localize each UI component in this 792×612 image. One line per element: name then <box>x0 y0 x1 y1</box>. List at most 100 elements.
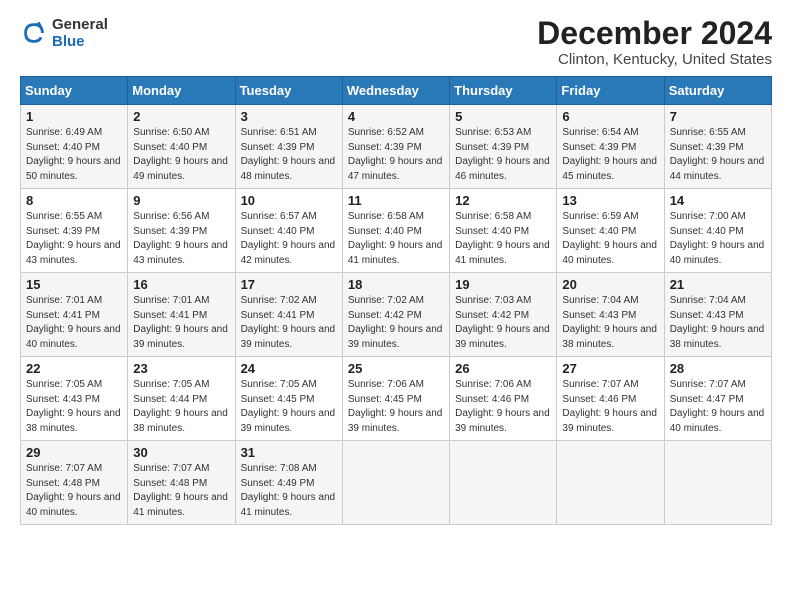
calendar-cell: 19 Sunrise: 7:03 AM Sunset: 4:42 PM Dayl… <box>450 273 557 357</box>
logo: General Blue <box>20 16 108 50</box>
day-number: 22 <box>26 361 122 376</box>
day-number: 3 <box>241 109 337 124</box>
cell-content: Sunrise: 6:53 AM Sunset: 4:39 PM Dayligh… <box>455 126 551 184</box>
day-number: 27 <box>562 361 658 376</box>
cell-content: Sunrise: 7:06 AM Sunset: 4:46 PM Dayligh… <box>455 378 551 436</box>
calendar-cell: 16 Sunrise: 7:01 AM Sunset: 4:41 PM Dayl… <box>128 273 235 357</box>
calendar-cell: 25 Sunrise: 7:06 AM Sunset: 4:45 PM Dayl… <box>342 357 449 441</box>
calendar-cell: 8 Sunrise: 6:55 AM Sunset: 4:39 PM Dayli… <box>21 189 128 273</box>
day-number: 24 <box>241 361 337 376</box>
calendar-cell: 21 Sunrise: 7:04 AM Sunset: 4:43 PM Dayl… <box>664 273 771 357</box>
header-sunday: Sunday <box>21 77 128 105</box>
day-number: 6 <box>562 109 658 124</box>
calendar-cell: 26 Sunrise: 7:06 AM Sunset: 4:46 PM Dayl… <box>450 357 557 441</box>
calendar-cell <box>450 441 557 525</box>
calendar-cell: 31 Sunrise: 7:08 AM Sunset: 4:49 PM Dayl… <box>235 441 342 525</box>
day-number: 15 <box>26 277 122 292</box>
day-number: 16 <box>133 277 229 292</box>
day-number: 28 <box>670 361 766 376</box>
cell-content: Sunrise: 7:02 AM Sunset: 4:41 PM Dayligh… <box>241 294 337 352</box>
cell-content: Sunrise: 7:05 AM Sunset: 4:44 PM Dayligh… <box>133 378 229 436</box>
day-number: 10 <box>241 193 337 208</box>
cell-content: Sunrise: 7:05 AM Sunset: 4:43 PM Dayligh… <box>26 378 122 436</box>
calendar-cell: 1 Sunrise: 6:49 AM Sunset: 4:40 PM Dayli… <box>21 105 128 189</box>
day-number: 31 <box>241 445 337 460</box>
day-number: 8 <box>26 193 122 208</box>
calendar-cell: 11 Sunrise: 6:58 AM Sunset: 4:40 PM Dayl… <box>342 189 449 273</box>
header-row: Sunday Monday Tuesday Wednesday Thursday… <box>21 77 772 105</box>
calendar-cell: 18 Sunrise: 7:02 AM Sunset: 4:42 PM Dayl… <box>342 273 449 357</box>
header-tuesday: Tuesday <box>235 77 342 105</box>
cell-content: Sunrise: 6:51 AM Sunset: 4:39 PM Dayligh… <box>241 126 337 184</box>
calendar-cell: 14 Sunrise: 7:00 AM Sunset: 4:40 PM Dayl… <box>664 189 771 273</box>
cell-content: Sunrise: 6:55 AM Sunset: 4:39 PM Dayligh… <box>26 210 122 268</box>
header-monday: Monday <box>128 77 235 105</box>
day-number: 11 <box>348 193 444 208</box>
day-number: 30 <box>133 445 229 460</box>
cell-content: Sunrise: 7:01 AM Sunset: 4:41 PM Dayligh… <box>133 294 229 352</box>
calendar-cell: 23 Sunrise: 7:05 AM Sunset: 4:44 PM Dayl… <box>128 357 235 441</box>
header-friday: Friday <box>557 77 664 105</box>
day-number: 9 <box>133 193 229 208</box>
cell-content: Sunrise: 7:07 AM Sunset: 4:48 PM Dayligh… <box>26 462 122 520</box>
cell-content: Sunrise: 6:56 AM Sunset: 4:39 PM Dayligh… <box>133 210 229 268</box>
cell-content: Sunrise: 7:08 AM Sunset: 4:49 PM Dayligh… <box>241 462 337 520</box>
title-block: December 2024 Clinton, Kentucky, United … <box>537 16 772 68</box>
calendar-week-2: 8 Sunrise: 6:55 AM Sunset: 4:39 PM Dayli… <box>21 189 772 273</box>
cell-content: Sunrise: 7:03 AM Sunset: 4:42 PM Dayligh… <box>455 294 551 352</box>
calendar-cell: 30 Sunrise: 7:07 AM Sunset: 4:48 PM Dayl… <box>128 441 235 525</box>
cell-content: Sunrise: 7:00 AM Sunset: 4:40 PM Dayligh… <box>670 210 766 268</box>
calendar-cell: 29 Sunrise: 7:07 AM Sunset: 4:48 PM Dayl… <box>21 441 128 525</box>
day-number: 5 <box>455 109 551 124</box>
calendar-cell <box>557 441 664 525</box>
cell-content: Sunrise: 6:54 AM Sunset: 4:39 PM Dayligh… <box>562 126 658 184</box>
cell-content: Sunrise: 6:59 AM Sunset: 4:40 PM Dayligh… <box>562 210 658 268</box>
logo-text: General Blue <box>52 16 108 50</box>
day-number: 26 <box>455 361 551 376</box>
day-number: 13 <box>562 193 658 208</box>
cell-content: Sunrise: 7:02 AM Sunset: 4:42 PM Dayligh… <box>348 294 444 352</box>
cell-content: Sunrise: 7:05 AM Sunset: 4:45 PM Dayligh… <box>241 378 337 436</box>
day-number: 7 <box>670 109 766 124</box>
calendar-cell <box>664 441 771 525</box>
cell-content: Sunrise: 7:07 AM Sunset: 4:47 PM Dayligh… <box>670 378 766 436</box>
calendar-cell: 4 Sunrise: 6:52 AM Sunset: 4:39 PM Dayli… <box>342 105 449 189</box>
calendar-cell: 2 Sunrise: 6:50 AM Sunset: 4:40 PM Dayli… <box>128 105 235 189</box>
header-saturday: Saturday <box>664 77 771 105</box>
calendar-cell: 9 Sunrise: 6:56 AM Sunset: 4:39 PM Dayli… <box>128 189 235 273</box>
calendar-cell: 3 Sunrise: 6:51 AM Sunset: 4:39 PM Dayli… <box>235 105 342 189</box>
cell-content: Sunrise: 7:07 AM Sunset: 4:48 PM Dayligh… <box>133 462 229 520</box>
calendar-cell: 27 Sunrise: 7:07 AM Sunset: 4:46 PM Dayl… <box>557 357 664 441</box>
calendar-week-5: 29 Sunrise: 7:07 AM Sunset: 4:48 PM Dayl… <box>21 441 772 525</box>
calendar-cell: 20 Sunrise: 7:04 AM Sunset: 4:43 PM Dayl… <box>557 273 664 357</box>
calendar-cell: 15 Sunrise: 7:01 AM Sunset: 4:41 PM Dayl… <box>21 273 128 357</box>
calendar-week-3: 15 Sunrise: 7:01 AM Sunset: 4:41 PM Dayl… <box>21 273 772 357</box>
day-number: 21 <box>670 277 766 292</box>
calendar-cell: 10 Sunrise: 6:57 AM Sunset: 4:40 PM Dayl… <box>235 189 342 273</box>
calendar-week-1: 1 Sunrise: 6:49 AM Sunset: 4:40 PM Dayli… <box>21 105 772 189</box>
calendar-cell: 24 Sunrise: 7:05 AM Sunset: 4:45 PM Dayl… <box>235 357 342 441</box>
page: General Blue December 2024 Clinton, Kent… <box>0 0 792 612</box>
cell-content: Sunrise: 6:49 AM Sunset: 4:40 PM Dayligh… <box>26 126 122 184</box>
calendar-cell: 6 Sunrise: 6:54 AM Sunset: 4:39 PM Dayli… <box>557 105 664 189</box>
day-number: 14 <box>670 193 766 208</box>
cell-content: Sunrise: 7:06 AM Sunset: 4:45 PM Dayligh… <box>348 378 444 436</box>
calendar-cell: 5 Sunrise: 6:53 AM Sunset: 4:39 PM Dayli… <box>450 105 557 189</box>
header-wednesday: Wednesday <box>342 77 449 105</box>
day-number: 4 <box>348 109 444 124</box>
cell-content: Sunrise: 7:01 AM Sunset: 4:41 PM Dayligh… <box>26 294 122 352</box>
day-number: 29 <box>26 445 122 460</box>
calendar-cell: 28 Sunrise: 7:07 AM Sunset: 4:47 PM Dayl… <box>664 357 771 441</box>
cell-content: Sunrise: 7:07 AM Sunset: 4:46 PM Dayligh… <box>562 378 658 436</box>
cell-content: Sunrise: 7:04 AM Sunset: 4:43 PM Dayligh… <box>562 294 658 352</box>
calendar-cell: 17 Sunrise: 7:02 AM Sunset: 4:41 PM Dayl… <box>235 273 342 357</box>
day-number: 18 <box>348 277 444 292</box>
cell-content: Sunrise: 6:52 AM Sunset: 4:39 PM Dayligh… <box>348 126 444 184</box>
header-thursday: Thursday <box>450 77 557 105</box>
cell-content: Sunrise: 7:04 AM Sunset: 4:43 PM Dayligh… <box>670 294 766 352</box>
day-number: 2 <box>133 109 229 124</box>
day-number: 25 <box>348 361 444 376</box>
day-number: 19 <box>455 277 551 292</box>
cell-content: Sunrise: 6:50 AM Sunset: 4:40 PM Dayligh… <box>133 126 229 184</box>
logo-icon <box>20 19 48 47</box>
